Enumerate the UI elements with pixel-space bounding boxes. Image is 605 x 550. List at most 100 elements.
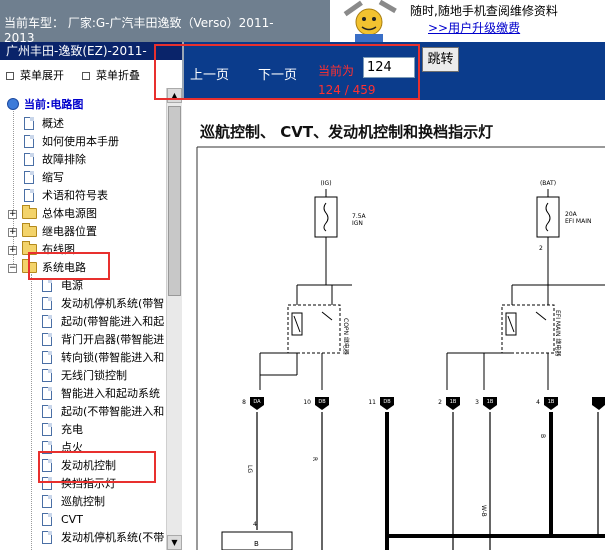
document-icon bbox=[24, 117, 34, 130]
jump-button[interactable]: 跳转 bbox=[422, 47, 459, 72]
expand-plus-icon[interactable]: + bbox=[8, 210, 17, 219]
expand-plus-icon[interactable]: + bbox=[8, 246, 17, 255]
tree-subitem-label: 转向锁(带智能进入和 bbox=[61, 351, 165, 364]
document-icon bbox=[24, 189, 34, 202]
document-icon bbox=[42, 423, 52, 436]
wiring-diagram: 巡航控制、 CVT、发动机控制和换档指示灯 (IG) 7.5A IGN COPN… bbox=[182, 100, 605, 550]
tree-subitem[interactable]: CVT bbox=[0, 511, 166, 529]
tree-subitem[interactable]: 充电 bbox=[0, 421, 166, 439]
upgrade-payment-link[interactable]: >>用户升级缴费 bbox=[428, 19, 605, 36]
document-icon bbox=[42, 279, 52, 292]
diagram-title: 巡航控制、 CVT、发动机控制和换档指示灯 bbox=[200, 123, 493, 141]
tree-folder-power-diagram[interactable]: + 总体电源图 bbox=[0, 205, 166, 223]
collapse-minus-icon[interactable]: − bbox=[8, 264, 17, 273]
sidebar-scrollbar[interactable]: ▲ ▼ bbox=[166, 88, 182, 550]
tree-subitem-label: 发动机停机系统(不带 bbox=[61, 531, 165, 544]
promo-area: 随时,随地手机查阅维修资料 >>用户升级缴费 bbox=[410, 2, 605, 36]
fuse1-source: (IG) bbox=[320, 180, 331, 187]
tree-subitem[interactable]: 起动(不带智能进入和 bbox=[0, 403, 166, 421]
tree-subitem[interactable]: 巡航控制 bbox=[0, 493, 166, 511]
svg-text:4: 4 bbox=[536, 399, 540, 406]
menu-expand-label: 菜单展开 bbox=[20, 69, 64, 82]
circuit-root-icon bbox=[7, 98, 19, 110]
highlight-system-circuit bbox=[28, 252, 110, 280]
tree-subitem-label: CVT bbox=[61, 513, 83, 526]
tree-subitem-label: 起动(不带智能进入和 bbox=[61, 405, 165, 418]
svg-text:DB: DB bbox=[383, 399, 391, 405]
fuse1-rating: 7.5A bbox=[352, 213, 367, 220]
tree-item-symbols[interactable]: 术语和符号表 bbox=[0, 187, 166, 205]
tree-subitem-label: 巡航控制 bbox=[61, 495, 105, 508]
scroll-thumb[interactable] bbox=[168, 106, 181, 296]
tree-item-abbreviations[interactable]: 缩写 bbox=[0, 169, 166, 187]
tree-subitem[interactable]: 发动机停机系统(带智 bbox=[0, 295, 166, 313]
tree-subitem[interactable]: 背门开启器(带智能进 bbox=[0, 331, 166, 349]
tree-item-label: 概述 bbox=[42, 117, 64, 130]
tree-item-label: 术语和符号表 bbox=[42, 189, 108, 202]
tree-subitem[interactable]: 无线门锁控制 bbox=[0, 367, 166, 385]
highlight-page-nav bbox=[154, 44, 420, 100]
scroll-down-arrow-icon[interactable]: ▼ bbox=[167, 535, 182, 550]
tree-item-label: 如何使用本手册 bbox=[42, 135, 119, 148]
document-icon bbox=[42, 513, 52, 526]
svg-text:1B: 1B bbox=[548, 399, 555, 405]
document-icon bbox=[42, 531, 52, 544]
svg-text:DA: DA bbox=[253, 399, 261, 405]
car-model-line2: 2013 bbox=[4, 31, 35, 42]
tree-subitem[interactable]: 转向锁(带智能进入和 bbox=[0, 349, 166, 367]
tree-subitem-label: 无线门锁控制 bbox=[61, 369, 127, 382]
current-car-model: 当前车型： 厂家:G-广汽丰田逸致（Verso）2011- 2013 bbox=[0, 0, 330, 42]
document-icon bbox=[42, 405, 52, 418]
tree-item-label: 缩写 bbox=[42, 171, 64, 184]
tree-subitem[interactable]: 发动机停机系统(不带 bbox=[0, 529, 166, 547]
folder-icon bbox=[22, 205, 37, 219]
diagram-viewer: 巡航控制、 CVT、发动机控制和换档指示灯 (IG) 7.5A IGN COPN… bbox=[182, 100, 605, 550]
tree-root-label: 当前:电路图 bbox=[24, 98, 84, 111]
menu-expand-button[interactable]: 菜单展开 bbox=[6, 67, 64, 83]
collapse-icon bbox=[82, 72, 90, 80]
tree-subitem-label: 背门开启器(带智能进 bbox=[61, 333, 165, 346]
fuse2-name: EFI MAIN bbox=[565, 218, 591, 225]
bottom-b-label: B bbox=[254, 540, 259, 548]
car-model-line1: 当前车型： 厂家:G-广汽丰田逸致（Verso）2011- bbox=[4, 16, 274, 30]
fuse1-name: IGN bbox=[352, 220, 363, 227]
document-icon bbox=[42, 297, 52, 310]
tree-item-how-to-use[interactable]: 如何使用本手册 bbox=[0, 133, 166, 151]
tree-item-label: 继电器位置 bbox=[42, 225, 97, 238]
document-icon bbox=[42, 495, 52, 508]
svg-text:1B: 1B bbox=[487, 399, 494, 405]
pin-4-label: 4 bbox=[253, 521, 257, 528]
tree-root[interactable]: 当前:电路图 bbox=[0, 96, 166, 114]
document-icon bbox=[24, 171, 34, 184]
wire-r-label: R bbox=[311, 457, 318, 461]
expand-plus-icon[interactable]: + bbox=[8, 228, 17, 237]
tree-subitem-label: 发动机停机系统(带智 bbox=[61, 297, 165, 310]
tree-subitem-label: 智能进入和起动系统 bbox=[61, 387, 160, 400]
svg-text:2: 2 bbox=[438, 399, 442, 406]
fuse2-rating: 20A bbox=[565, 211, 578, 218]
svg-text:DB: DB bbox=[318, 399, 326, 405]
tree-item-label: 故障排除 bbox=[42, 153, 86, 166]
tree-subitem[interactable]: 起动(带智能进入和起 bbox=[0, 313, 166, 331]
highlight-engine-control bbox=[38, 451, 156, 483]
document-icon bbox=[24, 153, 34, 166]
menu-collapse-button[interactable]: 菜单折叠 bbox=[82, 67, 140, 83]
relay2-label: EFI MAIN 继电器 bbox=[554, 310, 562, 356]
tree-item-troubleshooting[interactable]: 故障排除 bbox=[0, 151, 166, 169]
tree-subitem-label: 充电 bbox=[61, 423, 83, 436]
relay1-label: COPN 继电器 bbox=[342, 318, 350, 355]
wire-lg-label: LG bbox=[246, 465, 253, 473]
document-icon bbox=[24, 135, 34, 148]
mascot-wrench-icon bbox=[333, 0, 405, 42]
document-icon bbox=[42, 315, 52, 328]
svg-text:10: 10 bbox=[303, 399, 311, 406]
wire-b-label: B bbox=[539, 434, 546, 438]
fuse2-pin: 2 bbox=[539, 245, 543, 252]
expand-icon bbox=[6, 72, 14, 80]
tree-folder-relay-location[interactable]: + 继电器位置 bbox=[0, 223, 166, 241]
tree-subitem[interactable]: 智能进入和起动系统 bbox=[0, 385, 166, 403]
folder-icon bbox=[22, 223, 37, 237]
svg-text:11: 11 bbox=[368, 399, 376, 406]
document-icon bbox=[42, 369, 52, 382]
tree-item-overview[interactable]: 概述 bbox=[0, 115, 166, 133]
